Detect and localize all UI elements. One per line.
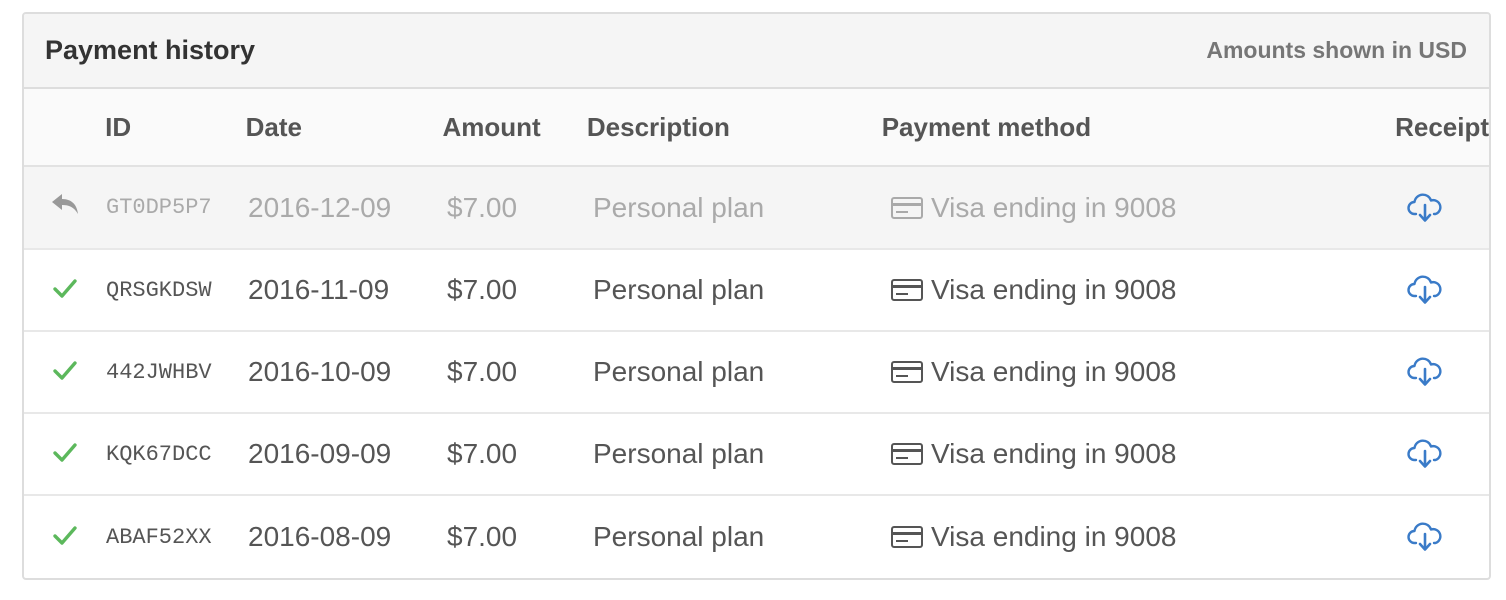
- payment-method: Visa ending in 9008: [891, 192, 1321, 224]
- description-column-header: Description: [586, 111, 730, 142]
- download-receipt-icon[interactable]: [1407, 356, 1443, 388]
- download-receipt-icon[interactable]: [1407, 274, 1443, 306]
- payment-date: 2016-12-09: [248, 191, 392, 223]
- reply-arrow-icon: [50, 191, 80, 224]
- payment-method-label: Visa ending in 9008: [931, 521, 1177, 552]
- credit-card-icon: [891, 278, 923, 302]
- credit-card-icon: [891, 442, 923, 466]
- checkmark-icon: [52, 356, 78, 388]
- receipt-cell: [1321, 521, 1489, 553]
- table-row: 442JWHBV 2016-10-09 $7.00 Personal plan …: [24, 332, 1489, 414]
- id-column-header: ID: [105, 111, 132, 142]
- payment-date: 2016-08-09: [248, 521, 392, 552]
- table-row: ABAF52XX 2016-08-09 $7.00 Personal plan …: [24, 496, 1489, 578]
- checkmark-icon: [52, 521, 78, 553]
- download-receipt-icon[interactable]: [1407, 521, 1443, 553]
- payment-method-label: Visa ending in 9008: [931, 356, 1177, 387]
- payment-description: Personal plan: [593, 356, 765, 387]
- date-column-header: Date: [245, 111, 302, 142]
- payment-description: Personal plan: [593, 191, 765, 223]
- payment-description: Personal plan: [593, 274, 765, 305]
- payment-rows: GT0DP5P7 2016-12-09 $7.00 Personal plan …: [24, 167, 1489, 578]
- table-row: GT0DP5P7 2016-12-09 $7.00 Personal plan …: [24, 167, 1489, 250]
- receipt-cell: [1321, 274, 1489, 306]
- credit-card-icon: [891, 360, 923, 384]
- checkmark-icon: [52, 274, 78, 306]
- payment-method-column-header: Payment method: [881, 111, 1092, 142]
- status-cell: [24, 274, 106, 306]
- payment-method-label: Visa ending in 9008: [931, 191, 1177, 223]
- status-cell: [24, 438, 106, 470]
- table-header-row: ID Date Amount Description Payment metho…: [24, 89, 1489, 167]
- payment-id: 442JWHBV: [106, 359, 212, 385]
- payment-id: KQK67DCC: [106, 441, 212, 467]
- panel-title: Payment history: [45, 35, 256, 65]
- payment-date: 2016-11-09: [248, 274, 390, 305]
- payment-history-panel: Payment history Amounts shown in USD ID …: [22, 12, 1491, 580]
- payment-description: Personal plan: [593, 438, 765, 469]
- status-cell: [24, 191, 106, 224]
- table-row: QRSGKDSW 2016-11-09 $7.00 Personal plan …: [24, 250, 1489, 332]
- table-row: KQK67DCC 2016-09-09 $7.00 Personal plan …: [24, 414, 1489, 496]
- status-cell: [24, 356, 106, 388]
- payment-amount: $7.00: [447, 438, 518, 469]
- panel-header: Payment history Amounts shown in USD: [24, 14, 1489, 89]
- payment-method: Visa ending in 9008: [891, 274, 1321, 306]
- payment-amount: $7.00: [447, 521, 518, 552]
- credit-card-icon: [891, 196, 923, 220]
- payment-method: Visa ending in 9008: [891, 521, 1321, 553]
- download-receipt-icon[interactable]: [1407, 192, 1443, 224]
- payment-method: Visa ending in 9008: [891, 356, 1321, 388]
- payment-date: 2016-09-09: [248, 438, 392, 469]
- credit-card-icon: [891, 525, 923, 549]
- receipt-cell: [1321, 356, 1489, 388]
- checkmark-icon: [52, 438, 78, 470]
- payment-method-label: Visa ending in 9008: [931, 274, 1177, 305]
- payment-id: QRSGKDSW: [106, 277, 212, 303]
- payment-method-label: Visa ending in 9008: [931, 438, 1177, 469]
- status-cell: [24, 521, 106, 553]
- payment-amount: $7.00: [447, 274, 518, 305]
- payment-amount: $7.00: [447, 356, 518, 387]
- currency-note: Amounts shown in USD: [1206, 37, 1467, 63]
- payment-method: Visa ending in 9008: [891, 438, 1321, 470]
- receipt-cell: [1321, 438, 1489, 470]
- download-receipt-icon[interactable]: [1407, 438, 1443, 470]
- payment-amount: $7.00: [447, 191, 518, 223]
- payment-id: GT0DP5P7: [106, 195, 212, 220]
- payment-description: Personal plan: [593, 521, 765, 552]
- receipt-cell: [1321, 192, 1489, 224]
- payment-date: 2016-10-09: [248, 356, 392, 387]
- amount-column-header: Amount: [442, 111, 541, 142]
- receipt-column-header: Receipt: [1395, 111, 1489, 142]
- payment-id: ABAF52XX: [106, 524, 212, 550]
